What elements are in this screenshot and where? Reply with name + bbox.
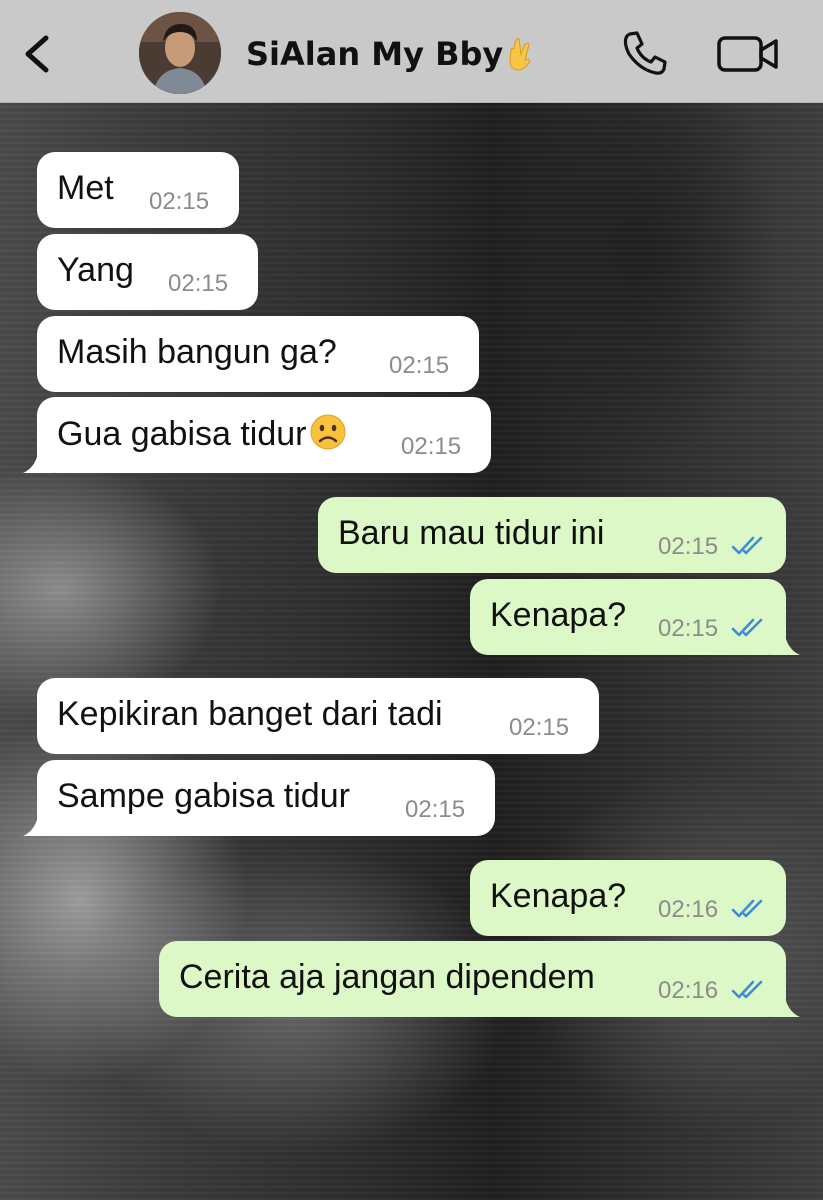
message-text: Kenapa?	[490, 877, 627, 915]
hand-emoji-icon	[509, 38, 531, 71]
outgoing-message[interactable]: Cerita aja jangan dipendem 02:16	[159, 941, 800, 1017]
message-time: 02:15	[149, 188, 210, 215]
sad-face-emoji-icon	[310, 414, 345, 450]
read-receipt-icon	[731, 980, 763, 999]
contact-name-text: SiAlan My Bby	[246, 35, 504, 73]
message-text: Met	[57, 169, 114, 207]
message-text: Kenapa?	[490, 596, 627, 634]
contact-name[interactable]: SiAlan My Bby	[246, 34, 535, 74]
read-receipt-icon	[731, 899, 763, 918]
message-text: Kepikiran banget dari tadi	[57, 695, 443, 733]
incoming-message[interactable]: Yang 02:15	[37, 234, 258, 310]
message-time: 02:15	[658, 533, 719, 560]
message-text: Sampe gabisa tidur	[57, 777, 350, 815]
incoming-message[interactable]: Sampe gabisa tidur 02:15	[23, 760, 495, 836]
message-time: 02:15	[509, 714, 570, 741]
message-time: 02:15	[658, 615, 719, 642]
read-receipt-icon	[731, 536, 763, 555]
message-time: 02:16	[658, 896, 719, 923]
message-time: 02:16	[658, 977, 719, 1004]
read-receipt-icon	[731, 618, 763, 637]
outgoing-message[interactable]: Kenapa? 02:16	[470, 860, 786, 936]
bubble-tail	[770, 991, 800, 1017]
message-text: Gua gabisa tidur	[57, 413, 347, 454]
avatar[interactable]	[139, 12, 221, 94]
message-time: 02:15	[389, 352, 450, 379]
message-text: Yang	[57, 251, 134, 289]
incoming-message[interactable]: Met 02:15	[37, 152, 239, 228]
bubble-tail	[23, 810, 53, 836]
chevron-left-icon[interactable]	[18, 30, 58, 78]
outgoing-message[interactable]: Kenapa? 02:15	[470, 579, 800, 655]
message-time: 02:15	[168, 270, 229, 297]
message-text-content: Gua gabisa tidur	[57, 415, 307, 453]
message-text: Masih bangun ga?	[57, 333, 337, 371]
incoming-message[interactable]: Gua gabisa tidur 02:15	[23, 397, 491, 473]
video-camera-icon[interactable]	[716, 34, 780, 74]
message-time: 02:15	[401, 433, 462, 460]
message-text: Baru mau tidur ini	[338, 514, 605, 552]
outgoing-message[interactable]: Baru mau tidur ini 02:15	[318, 497, 786, 573]
phone-icon[interactable]	[620, 28, 670, 78]
bubble-tail	[23, 447, 53, 473]
chat-header: SiAlan My Bby	[0, 0, 823, 103]
message-time: 02:15	[405, 796, 466, 823]
incoming-message[interactable]: Kepikiran banget dari tadi 02:15	[37, 678, 599, 754]
incoming-message[interactable]: Masih bangun ga? 02:15	[37, 316, 479, 392]
bubble-tail	[770, 629, 800, 655]
message-text: Cerita aja jangan dipendem	[179, 958, 595, 996]
